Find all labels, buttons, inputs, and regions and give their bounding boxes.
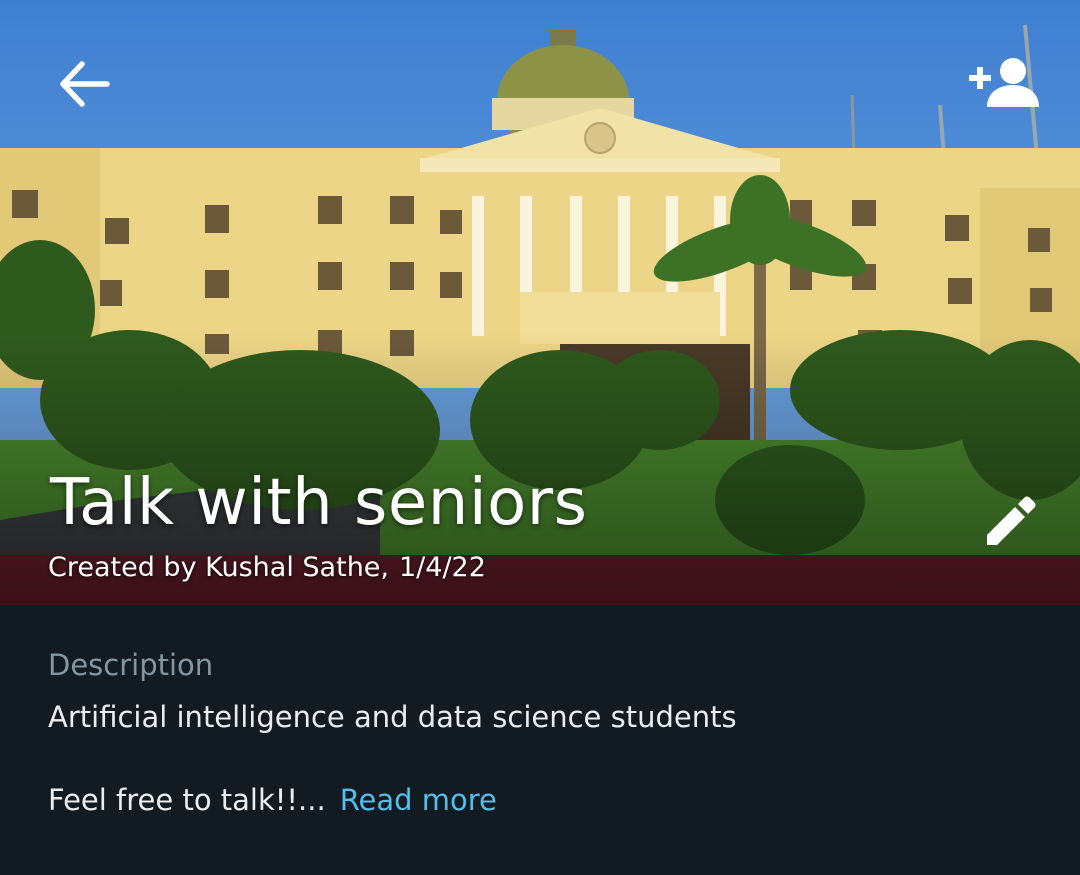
person-add-icon bbox=[969, 58, 1039, 107]
description-text-line-1: Artificial intelligence and data science… bbox=[48, 700, 737, 734]
group-description-section: Description Artificial intelligence and … bbox=[0, 605, 1080, 875]
pencil-icon bbox=[987, 496, 1036, 545]
creation-date: 1/4/22 bbox=[399, 552, 486, 583]
group-name: Talk with seniors bbox=[50, 466, 588, 540]
description-text-line-2: Feel free to talk!!... Read more bbox=[48, 783, 497, 817]
add-participant-button[interactable] bbox=[964, 50, 1044, 114]
group-creation-info: Created by Kushal Sathe, 1/4/22 bbox=[48, 552, 486, 583]
read-more-link[interactable]: Read more bbox=[340, 783, 497, 817]
edit-group-name-button[interactable] bbox=[972, 490, 1044, 554]
arrow-back-icon bbox=[60, 61, 110, 107]
group-cover-photo: Talk with seniors Created by Kushal Sath… bbox=[0, 0, 1080, 605]
creator-text: Created by Kushal Sathe, bbox=[48, 552, 389, 583]
description-label: Description bbox=[48, 648, 214, 682]
description-text-preview: Feel free to talk!!... bbox=[48, 783, 326, 817]
back-button[interactable] bbox=[52, 52, 116, 116]
